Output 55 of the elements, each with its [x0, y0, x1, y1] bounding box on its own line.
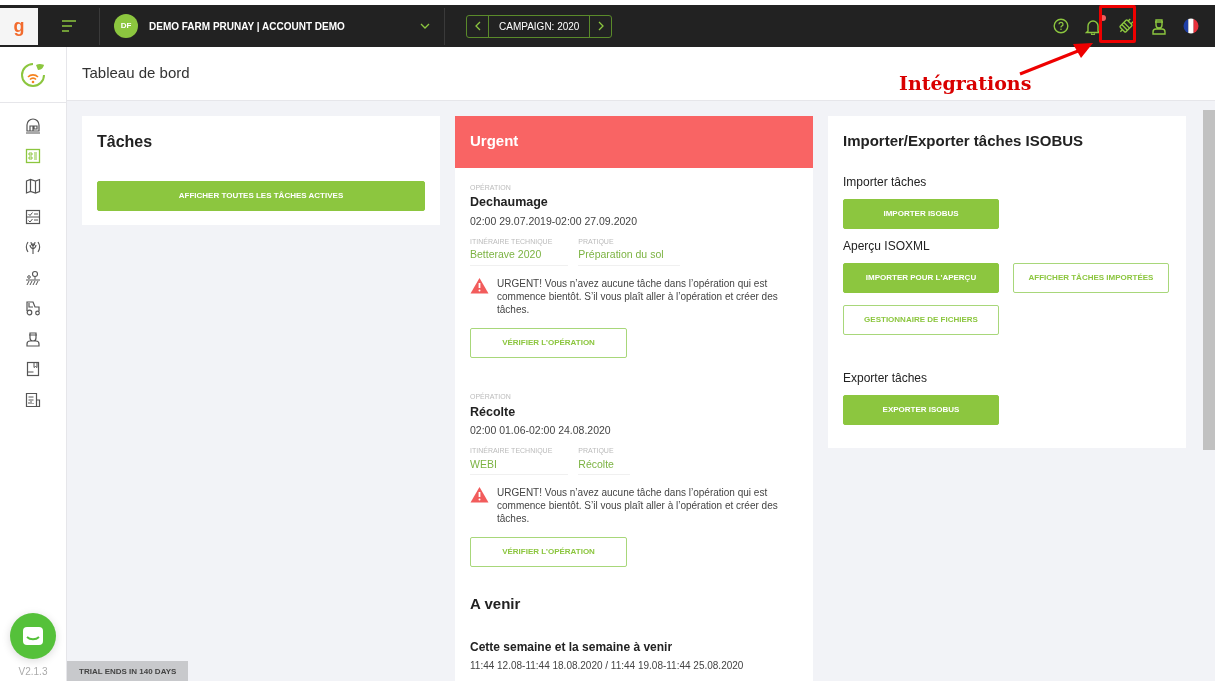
app-logo[interactable]: g [0, 7, 38, 45]
operation-dates: 02:00 01.06-02:00 24.08.2020 [470, 423, 612, 439]
primary-button[interactable]: EXPORTER ISOBUS [843, 394, 999, 425]
book-icon[interactable] [25, 361, 41, 378]
warning-icon [470, 486, 489, 504]
checklist-icon[interactable] [25, 208, 41, 225]
flag-icon[interactable] [1183, 18, 1199, 34]
verify-operation-button[interactable]: VÉRIFIER L’OPÉRATION [470, 328, 627, 359]
version-label: V2.1.3 [18, 665, 48, 679]
bell-icon [1085, 17, 1101, 35]
wheat-icon[interactable] [25, 239, 41, 256]
chevron-right-icon [597, 21, 604, 31]
tractor-icon[interactable] [25, 300, 41, 317]
operation-name: Récolte [470, 403, 517, 421]
card-title: Tâches [97, 132, 154, 153]
section-title: Exporter tâches [843, 369, 929, 387]
secondary-button[interactable]: GESTIONNAIRE DE FICHIERS [843, 304, 999, 335]
primary-button[interactable]: IMPORTER POUR L'APERÇU [843, 262, 999, 293]
secondary-button[interactable]: AFFICHER TÂCHES IMPORTÉES [1013, 262, 1169, 293]
chevron-down-icon [420, 23, 430, 29]
menu-icon[interactable] [60, 20, 77, 32]
field-tree-icon[interactable] [25, 269, 41, 286]
chevron-left-icon [474, 21, 481, 31]
warning-text: URGENT! Vous n’avez aucune tâche dans l’opération qui est commence bientôt. S’il vous plaît aller à l’opération et créer des tâches. [497, 277, 779, 317]
period-dates: 11:44 12.08-11:44 18.08.2020 / 11:44 19.08-11:44 25.08.2020 [470, 658, 745, 673]
trial-banner: TRIAL ENDS IN 140 DAYS [67, 661, 189, 681]
operation-name: Dechaumage [470, 194, 549, 212]
verify-operation-button[interactable]: VÉRIFIER L’OPÉRATION [470, 537, 627, 568]
highlight-frame [1099, 5, 1136, 43]
urgent-header: Urgent [455, 116, 813, 168]
user-icon [1151, 17, 1167, 35]
primary-button[interactable]: IMPORTER ISOBUS [843, 198, 999, 229]
warning-text: URGENT! Vous n’avez aucune tâche dans l’opération qui est commence bientôt. S’il vous plaît aller à l’opération et créer des tâches. [497, 486, 779, 526]
scrollbar-thumb[interactable] [1203, 110, 1215, 451]
farm-avatar: DF [114, 14, 138, 38]
card-title: Importer/Exporter tâches ISOBUS [843, 131, 1085, 152]
map-icon[interactable] [25, 178, 41, 195]
section-title: Aperçu ISOXML [843, 237, 931, 255]
worker-icon[interactable] [25, 330, 41, 347]
operation-dates: 02:00 29.07.2019-02:00 27.09.2020 [470, 214, 638, 230]
plug-icon [1117, 17, 1135, 35]
farm-name[interactable]: DEMO FARM PRUNAY | ACCOUNT DEMO [149, 18, 345, 34]
show-active-tasks-button[interactable]: AFFICHER TOUTES LES TÂCHES ACTIVES [97, 181, 425, 212]
help-icon [1053, 18, 1069, 34]
period-title: Cette semaine et la semaine à venir [470, 638, 674, 656]
app-logo-icon [20, 61, 46, 88]
section-title: Importer tâches [843, 173, 928, 191]
report-icon[interactable] [25, 391, 41, 408]
chat-icon [22, 626, 44, 646]
warning-icon [470, 277, 489, 295]
campaign-label: CAMPAIGN: 2020 [488, 15, 591, 37]
page-title: Tableau de bord [82, 63, 190, 84]
greenhouse-icon[interactable] [25, 117, 41, 134]
annotation-label: Intégrations [899, 71, 1032, 96]
section-title: A venir [470, 594, 522, 615]
